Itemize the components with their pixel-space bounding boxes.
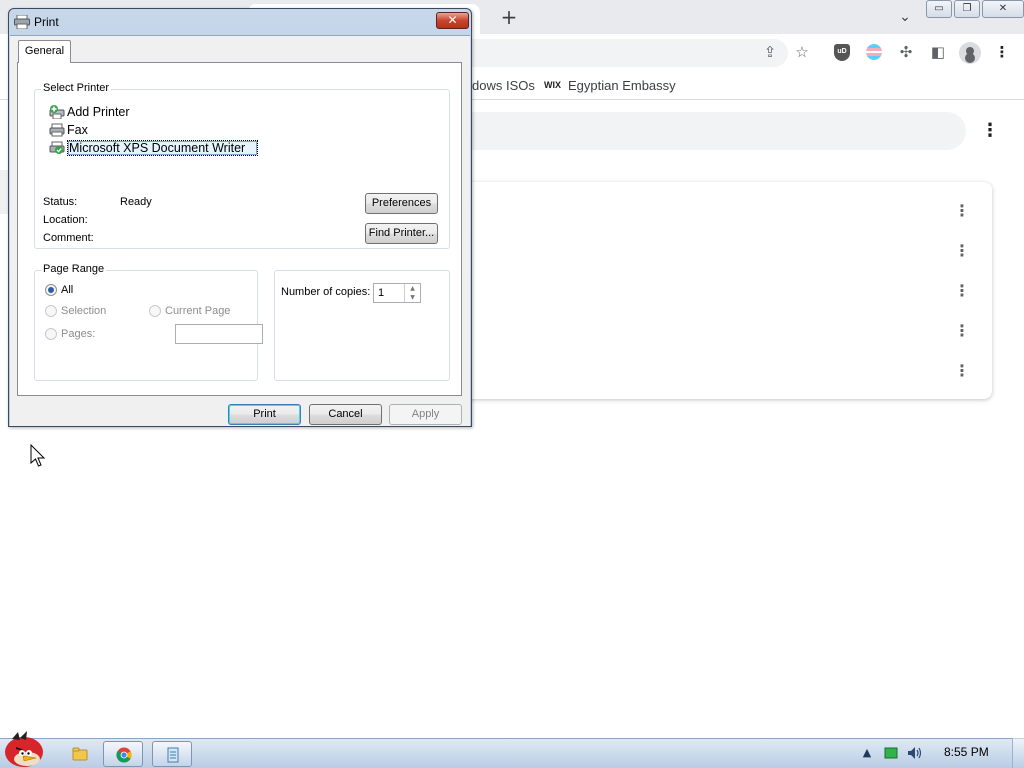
number-of-copies-input[interactable]: 1 ▲ ▼ [373, 283, 421, 303]
add-printer-icon [49, 105, 65, 119]
dialog-body: General Select Printer Add Printer Fax M… [10, 35, 470, 426]
printer-item-add-printer[interactable]: Add Printer [49, 103, 449, 121]
flag-extension-icon[interactable] [866, 44, 882, 60]
card-row-menu-icon[interactable]: ⋮ [952, 201, 972, 221]
xps-printer-icon [49, 141, 65, 154]
notepad-icon [167, 747, 179, 763]
select-printer-group: Select Printer Add Printer Fax Microsoft… [34, 82, 450, 249]
folder-icon [72, 747, 88, 761]
page-search-box[interactable] [460, 112, 966, 150]
page-menu-icon[interactable]: ⋮ [980, 120, 1000, 142]
general-tab-panel: Select Printer Add Printer Fax Microsoft… [17, 62, 462, 396]
mouse-cursor-icon [30, 444, 46, 467]
card-row-menu-icon[interactable]: ⋮ [952, 321, 972, 341]
taskbar-notepad-button[interactable] [152, 741, 192, 767]
bookmark-egyptian-embassy[interactable]: Egyptian Embassy [568, 78, 676, 93]
find-printer-button[interactable]: Find Printer... [365, 223, 438, 244]
range-selection-radio[interactable] [45, 305, 57, 317]
printer-name: Fax [67, 123, 88, 137]
printer-item-fax[interactable]: Fax [49, 121, 449, 139]
taskbar-explorer-button[interactable] [60, 741, 100, 767]
fax-printer-icon [49, 123, 65, 137]
range-all-label[interactable]: All [61, 284, 73, 296]
taskbar-clock[interactable]: 8:55 PM [944, 745, 989, 759]
cancel-button[interactable]: Cancel [309, 404, 382, 425]
number-of-copies-label: Number of copies: [281, 286, 371, 298]
printer-name: Add Printer [67, 105, 130, 119]
page-side-element [0, 170, 8, 214]
wix-favicon-icon: WIX [544, 80, 561, 90]
copies-spinner[interactable]: ▲ ▼ [404, 284, 420, 302]
preferences-button[interactable]: Preferences [365, 193, 438, 214]
copies-value: 1 [378, 287, 385, 299]
printer-icon [14, 15, 30, 29]
apply-button[interactable]: Apply [389, 404, 462, 425]
start-button-angry-bird-icon[interactable] [0, 730, 48, 768]
taskbar-chrome-button[interactable] [103, 741, 143, 767]
page-range-legend: Page Range [41, 263, 107, 275]
window-close-button[interactable]: ✕ [982, 0, 1024, 18]
card-row-menu-icon[interactable]: ⋮ [952, 361, 972, 381]
range-current-page-radio[interactable] [149, 305, 161, 317]
status-label: Status: [43, 196, 78, 208]
spin-down-icon[interactable]: ▼ [405, 293, 420, 302]
window-minimize-button[interactable]: ▭ [926, 0, 952, 18]
show-hidden-icons-button[interactable]: ▲ [860, 746, 874, 760]
volume-icon[interactable] [906, 745, 924, 761]
dialog-title-bar[interactable]: Print ✕ [9, 9, 471, 35]
range-current-page-label[interactable]: Current Page [165, 305, 230, 317]
range-all-radio[interactable] [45, 284, 57, 296]
status-value: Ready [120, 196, 152, 208]
range-pages-label[interactable]: Pages: [61, 328, 95, 340]
browser-menu-icon[interactable]: ⋮ [992, 42, 1012, 62]
card-row-menu-icon[interactable]: ⋮ [952, 241, 972, 261]
bookmark-windows-isos[interactable]: dows ISOs [472, 78, 535, 93]
print-dialog: Print ✕ General Select Printer Add Print… [8, 8, 472, 427]
show-desktop-button[interactable] [1012, 738, 1024, 768]
chrome-icon [116, 747, 132, 763]
print-button[interactable]: Print [228, 404, 301, 425]
range-pages-radio[interactable] [45, 328, 57, 340]
page-card [460, 182, 992, 399]
copies-group: Number of copies: 1 ▲ ▼ [274, 270, 450, 381]
window-caption-buttons: ▭ ❐ ✕ [926, 0, 1024, 18]
select-printer-legend: Select Printer [41, 82, 112, 94]
printer-name: Microsoft XPS Document Writer [67, 140, 259, 156]
dialog-title: Print [34, 15, 59, 29]
bookmark-star-icon[interactable]: ☆ [792, 42, 812, 62]
card-row-menu-icon[interactable]: ⋮ [952, 281, 972, 301]
tab-general[interactable]: General [18, 40, 71, 63]
spin-up-icon[interactable]: ▲ [405, 284, 420, 293]
pages-input[interactable] [175, 324, 263, 344]
printer-item-xps-document-writer[interactable]: Microsoft XPS Document Writer [49, 139, 449, 157]
profile-avatar-icon[interactable] [959, 42, 981, 64]
extensions-puzzle-icon[interactable]: ✣ [896, 42, 916, 62]
printer-list[interactable]: Add Printer Fax Microsoft XPS Document W… [49, 103, 449, 157]
address-bar[interactable] [470, 39, 788, 67]
share-icon[interactable]: ⇪ [760, 42, 780, 62]
side-panel-icon[interactable]: ◧ [928, 42, 948, 62]
battery-network-icon[interactable] [884, 747, 898, 759]
window-restore-button[interactable]: ❐ [954, 0, 980, 18]
location-label: Location: [43, 214, 88, 226]
comment-label: Comment: [43, 232, 94, 244]
new-tab-button[interactable]: + [498, 6, 520, 28]
ublock-extension-icon[interactable]: uD [834, 44, 850, 61]
range-selection-label[interactable]: Selection [61, 305, 106, 317]
page-range-group: Page Range All Selection Current Page Pa… [34, 263, 263, 381]
tab-search-button[interactable]: ⌄ [894, 6, 916, 28]
dialog-close-button[interactable]: ✕ [436, 12, 469, 29]
